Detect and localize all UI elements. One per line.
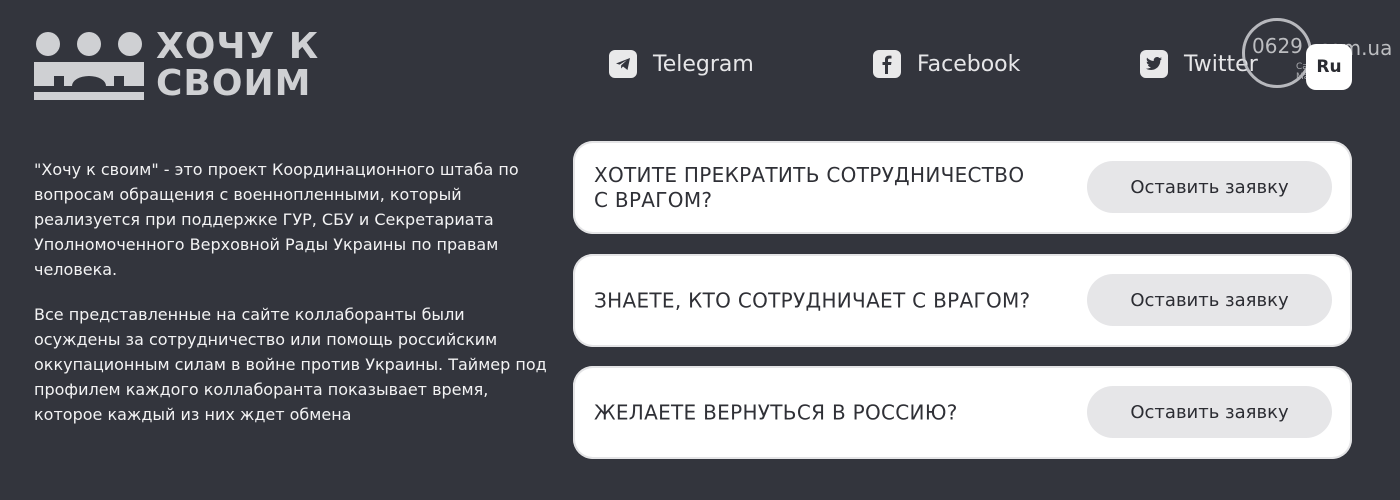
submit-request-button[interactable]: Оставить заявку — [1087, 161, 1332, 213]
description-paragraph: Все представленные на сайте коллаборанты… — [34, 305, 547, 424]
project-description: "Хочу к своим" - это проект Координацион… — [34, 157, 556, 447]
logo-text: ХОЧУ К СВОИМ — [156, 28, 319, 102]
watermark-number: 0629 — [1252, 34, 1303, 58]
facebook-icon — [873, 50, 901, 78]
telegram-link[interactable]: Telegram — [609, 50, 754, 78]
logo-mark-icon — [34, 32, 144, 100]
request-card-stop-collaboration: ХОТИТЕ ПРЕКРАТИТЬ СОТРУДНИЧЕСТВО С ВРАГО… — [573, 141, 1352, 234]
logo-line-1: ХОЧУ К — [156, 26, 320, 67]
telegram-label: Telegram — [653, 51, 754, 77]
request-card-report-collaborator: ЗНАЕТЕ, КТО СОТРУДНИЧАЕТ С ВРАГОМ? Остав… — [573, 254, 1352, 347]
facebook-link[interactable]: Facebook — [873, 50, 1020, 78]
card-question: ЗНАЕТЕ, КТО СОТРУДНИЧАЕТ С ВРАГОМ? — [594, 288, 1031, 312]
facebook-label: Facebook — [917, 51, 1021, 77]
site-logo[interactable]: ХОЧУ К СВОИМ — [34, 28, 334, 105]
request-card-return-to-russia: ЖЕЛАЕТЕ ВЕРНУТЬСЯ В РОССИЮ? Оставить зая… — [573, 366, 1352, 459]
description-paragraph: "Хочу к своим" - это проект Координацион… — [34, 160, 519, 279]
card-question: ХОТИТЕ ПРЕКРАТИТЬ СОТРУДНИЧЕСТВО С ВРАГО… — [594, 162, 1025, 212]
twitter-icon — [1140, 50, 1168, 78]
logo-line-2: СВОИМ — [156, 63, 312, 104]
submit-request-button[interactable]: Оставить заявку — [1087, 274, 1332, 326]
twitter-link[interactable]: Twitter — [1140, 50, 1258, 78]
card-question: ЖЕЛАЕТЕ ВЕРНУТЬСЯ В РОССИЮ? — [594, 400, 958, 424]
telegram-icon — [609, 50, 637, 78]
submit-request-button[interactable]: Оставить заявку — [1087, 386, 1332, 438]
language-button[interactable]: Ru — [1306, 44, 1352, 90]
